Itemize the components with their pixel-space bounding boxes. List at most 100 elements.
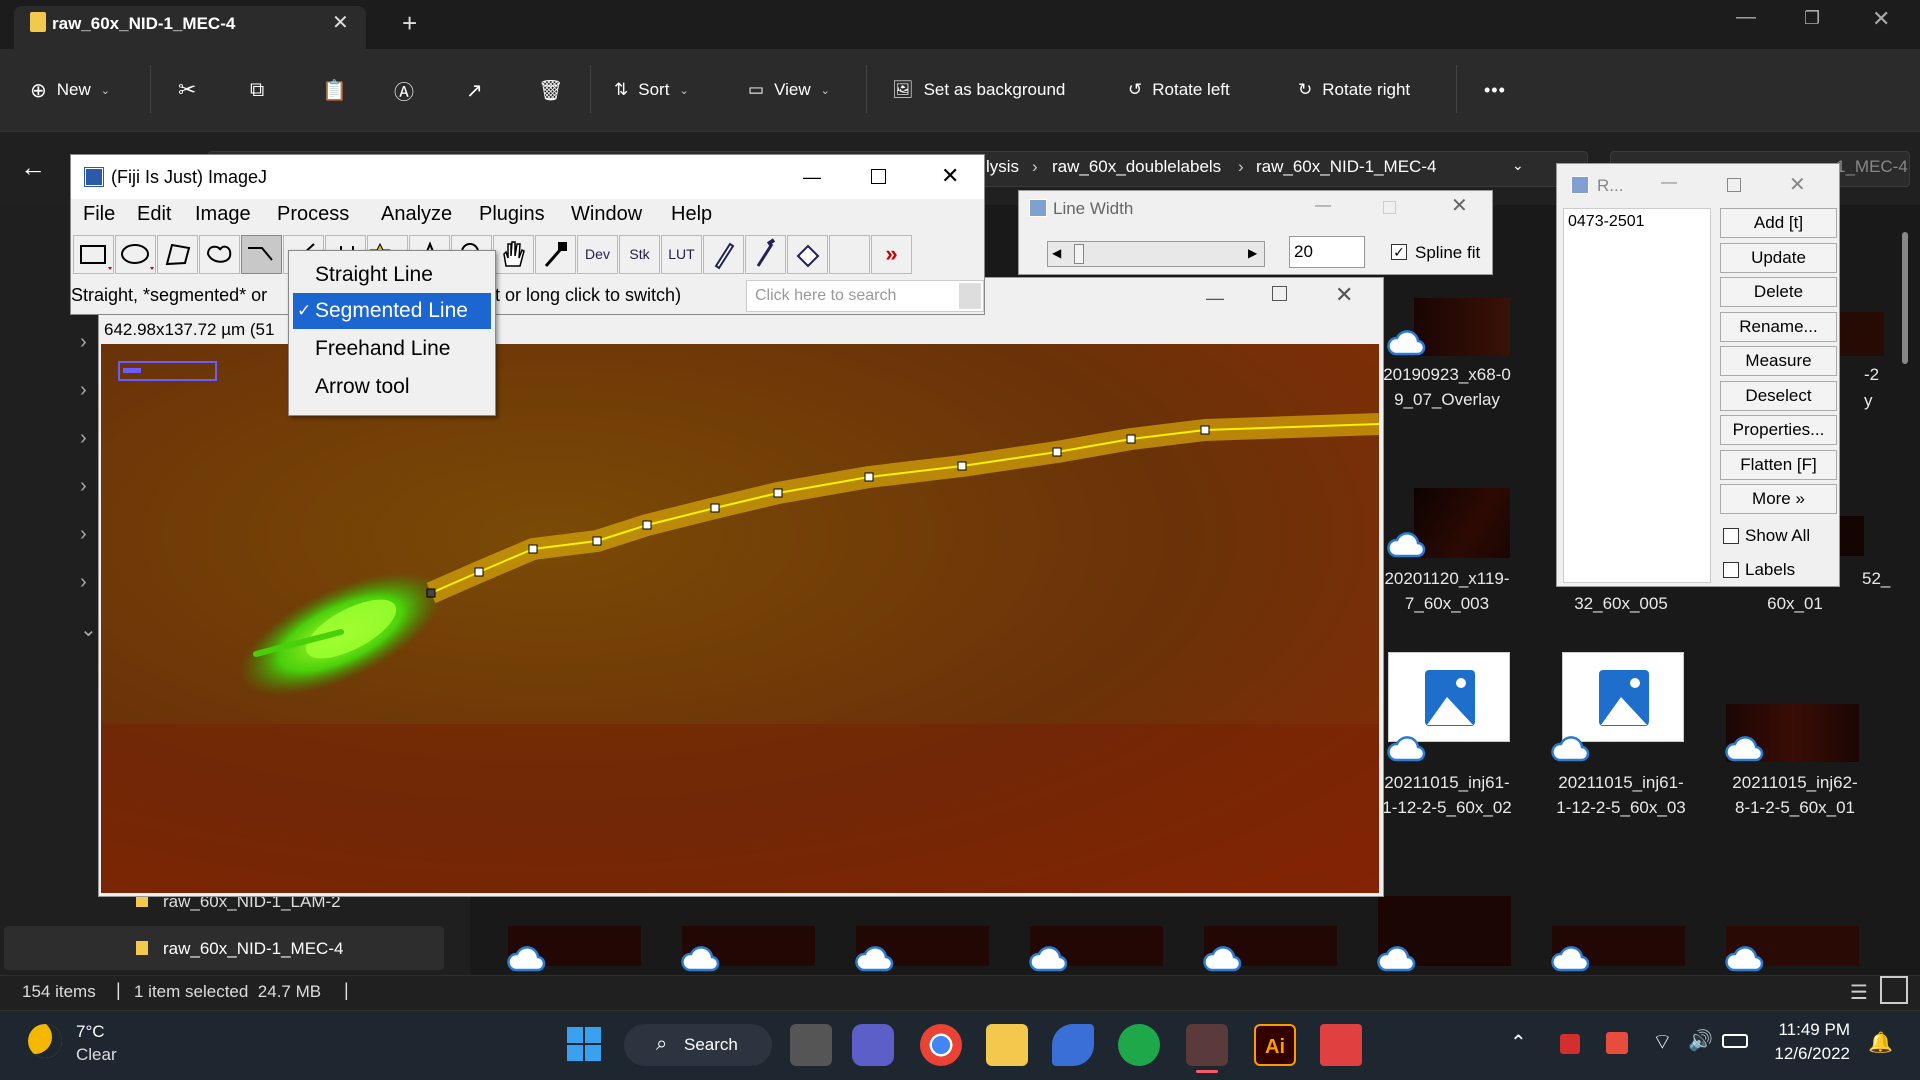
image-close-icon[interactable]: ✕ bbox=[1335, 282, 1353, 308]
color-picker-tool-icon[interactable] bbox=[535, 235, 576, 274]
menu-item-arrow-tool[interactable]: Arrow tool bbox=[293, 369, 491, 405]
tab-close-icon[interactable]: ✕ bbox=[332, 10, 349, 35]
nav-item-mec4[interactable]: raw_60x_NID-1_MEC-4 bbox=[163, 939, 343, 959]
line-width-input[interactable]: 20 bbox=[1289, 236, 1365, 268]
roi-deselect-button[interactable]: Deselect bbox=[1720, 381, 1837, 411]
more-tools-icon[interactable]: » bbox=[871, 235, 912, 274]
slider-left-arrow-icon[interactable]: ◀ bbox=[1052, 246, 1061, 260]
copy-icon[interactable]: ⧉ bbox=[250, 75, 264, 105]
roi-update-button[interactable]: Update bbox=[1720, 243, 1837, 273]
restore-icon[interactable]: ❐ bbox=[1804, 8, 1820, 29]
freehand-tool-icon[interactable] bbox=[199, 235, 240, 274]
line-width-slider[interactable]: ◀ ▶ bbox=[1047, 241, 1265, 267]
roi-maximize-icon[interactable] bbox=[1727, 178, 1741, 192]
file-name[interactable]: 20190923_x68-0 9_07_Overlay bbox=[1372, 362, 1522, 412]
spline-fit-checkbox[interactable]: ✓ bbox=[1391, 244, 1407, 260]
menu-analyze[interactable]: Analyze bbox=[381, 203, 452, 226]
breadcrumb-current[interactable]: raw_60x_NID-1_MEC-4 bbox=[1256, 157, 1436, 177]
roi-close-icon[interactable]: ✕ bbox=[1789, 172, 1806, 197]
file-name-partial[interactable]: y bbox=[1864, 388, 1904, 413]
flood-fill-tool-icon[interactable] bbox=[787, 235, 828, 274]
dev-tool-button[interactable]: Dev bbox=[577, 235, 618, 274]
weather-moon-icon[interactable] bbox=[28, 1024, 62, 1058]
slider-right-arrow-icon[interactable]: ▶ bbox=[1248, 246, 1257, 260]
cut-icon[interactable]: ✂ bbox=[178, 75, 196, 105]
file-thumbnail[interactable] bbox=[1414, 298, 1510, 356]
breadcrumb-analysis[interactable]: lysis bbox=[986, 157, 1019, 177]
hand-tool-icon[interactable] bbox=[493, 235, 534, 274]
brush-tool-icon[interactable] bbox=[745, 235, 786, 274]
scrollbar-thumb[interactable] bbox=[1902, 232, 1908, 364]
roi-more-button[interactable]: More » bbox=[1720, 484, 1837, 514]
notification-icon[interactable]: 🔔 bbox=[1868, 1030, 1893, 1055]
wifi-icon[interactable]: ⌔ bbox=[1652, 1028, 1673, 1056]
roi-rename-button[interactable]: Rename... bbox=[1720, 312, 1837, 342]
image-maximize-icon[interactable] bbox=[1272, 286, 1287, 301]
file-name[interactable]: 20211015_inj62- 8-1-2-5_60x_01 bbox=[1720, 770, 1870, 820]
close-window-icon[interactable]: ✕ bbox=[1872, 6, 1890, 32]
image-canvas[interactable] bbox=[101, 344, 1379, 893]
file-name[interactable]: 20211015_inj61- 1-12-2-5_60x_03 bbox=[1546, 770, 1696, 820]
roi-list-item[interactable]: 0473-2501 bbox=[1568, 213, 1645, 231]
paste-icon[interactable]: 📋 bbox=[322, 75, 347, 105]
pencil-tool-icon[interactable] bbox=[703, 235, 744, 274]
menu-edit[interactable]: Edit bbox=[137, 203, 171, 226]
roi-properties-button[interactable]: Properties... bbox=[1720, 415, 1837, 445]
lw-close-icon[interactable]: ✕ bbox=[1451, 193, 1468, 218]
rotate-right-button[interactable]: ↻ Rotate right bbox=[1298, 75, 1410, 105]
file-thumbnail[interactable] bbox=[1414, 488, 1510, 558]
pen-app-icon[interactable] bbox=[1052, 1024, 1094, 1066]
lut-tool-button[interactable]: LUT bbox=[661, 235, 702, 274]
nav-expand-arrows[interactable]: › › › › › › ⌄ bbox=[80, 318, 97, 654]
show-all-checkbox[interactable] bbox=[1723, 528, 1739, 544]
back-arrow-icon[interactable]: ← bbox=[20, 152, 46, 183]
minimize-icon[interactable]: — bbox=[1736, 6, 1756, 29]
show-hidden-icons-chevron-icon[interactable]: ⌃ bbox=[1510, 1030, 1527, 1055]
roi-list[interactable]: 0473-2501 bbox=[1563, 208, 1711, 583]
image-minimize-icon[interactable]: — bbox=[1206, 288, 1224, 309]
rename-icon[interactable]: Ⓐ bbox=[394, 75, 414, 105]
weather-temp[interactable]: 7°C bbox=[76, 1022, 105, 1042]
clock-date[interactable]: 12/6/2022 bbox=[1770, 1044, 1850, 1064]
menu-file[interactable]: File bbox=[83, 203, 115, 226]
menu-window[interactable]: Window bbox=[571, 203, 642, 226]
roi-add-button[interactable]: Add [t] bbox=[1720, 208, 1837, 238]
search-button[interactable] bbox=[959, 283, 981, 309]
oval-tool-icon[interactable] bbox=[115, 235, 156, 274]
breadcrumb-doublelabels[interactable]: raw_60x_doublelabels bbox=[1052, 157, 1221, 177]
empty-tool-slot[interactable] bbox=[829, 235, 870, 274]
roi-delete-button[interactable]: Delete bbox=[1720, 277, 1837, 307]
menu-item-segmented-line[interactable]: ✓ Segmented Line bbox=[293, 293, 491, 329]
file-name[interactable]: 32_60x_005 bbox=[1546, 591, 1696, 616]
share-icon[interactable]: ↗ bbox=[466, 75, 483, 105]
illustrator-icon[interactable]: Ai bbox=[1254, 1024, 1296, 1066]
snipping-tool-icon[interactable] bbox=[1320, 1024, 1362, 1066]
new-tab-icon[interactable]: + bbox=[402, 8, 417, 39]
lw-minimize-icon[interactable]: — bbox=[1315, 197, 1331, 215]
menu-item-freehand-line[interactable]: Freehand Line bbox=[293, 331, 491, 367]
weather-condition[interactable]: Clear bbox=[76, 1045, 117, 1065]
battery-icon[interactable] bbox=[1722, 1034, 1748, 1048]
task-view-icon[interactable] bbox=[790, 1024, 832, 1066]
file-name-partial[interactable]: -2 bbox=[1864, 362, 1904, 387]
polygon-tool-icon[interactable] bbox=[157, 235, 198, 274]
segmented-line-tool-icon[interactable] bbox=[241, 235, 282, 274]
clock-time[interactable]: 11:49 PM bbox=[1778, 1020, 1850, 1040]
menu-plugins[interactable]: Plugins bbox=[479, 203, 545, 226]
file-name-partial[interactable]: 52_ bbox=[1862, 566, 1902, 591]
file-thumbnail[interactable] bbox=[1562, 652, 1684, 742]
details-view-icon[interactable]: ☰ bbox=[1850, 980, 1868, 1005]
roi-measure-button[interactable]: Measure bbox=[1720, 346, 1837, 376]
view-button[interactable]: ▭ View ⌄ bbox=[748, 75, 830, 105]
imagej-maximize-icon[interactable] bbox=[871, 169, 886, 184]
chrome-icon[interactable] bbox=[920, 1024, 962, 1066]
roi-minimize-icon[interactable]: — bbox=[1661, 174, 1677, 192]
menu-image[interactable]: Image bbox=[195, 203, 251, 226]
imagej-search-input[interactable]: Click here to search bbox=[746, 280, 984, 312]
acrobat-tray-icon[interactable] bbox=[1560, 1034, 1580, 1054]
address-dropdown-icon[interactable]: ⌄ bbox=[1512, 157, 1524, 174]
file-name[interactable]: 20211015_inj61- 1-12-2-5_60x_02 bbox=[1372, 770, 1522, 820]
set-background-button[interactable]: 🖼 Set as background bbox=[892, 75, 1065, 105]
file-name[interactable]: 60x_01 bbox=[1720, 591, 1870, 616]
file-explorer-icon[interactable] bbox=[986, 1024, 1028, 1066]
